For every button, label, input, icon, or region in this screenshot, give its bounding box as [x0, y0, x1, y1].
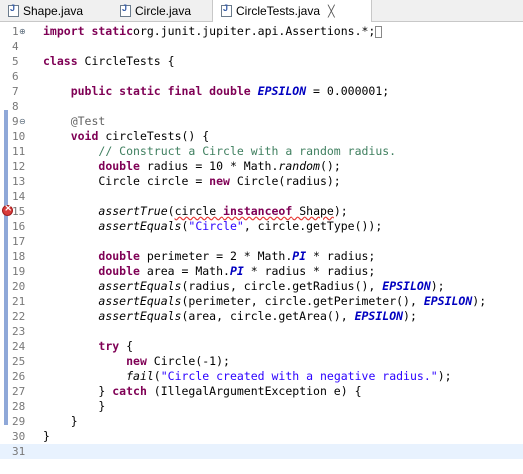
code-text: try {	[98, 339, 134, 353]
code-line[interactable]: 30}	[0, 429, 523, 444]
line-number: 6	[12, 70, 19, 83]
line-number: 12	[12, 160, 26, 173]
code-line[interactable]: 17	[0, 234, 523, 249]
line-number: 15	[12, 205, 26, 218]
code-line[interactable]: 10 void circleTests() {	[0, 129, 523, 144]
tab-circletests-java[interactable]: CircleTests.java ╳	[212, 0, 372, 22]
editor-tab-bar: Shape.java Circle.java CircleTests.java …	[0, 0, 523, 22]
code-text: double radius = 10 * Math.random();	[98, 159, 341, 173]
code-text: assertEquals(area, circle.getArea(), EPS…	[98, 309, 417, 323]
code-line[interactable]: 16 assertEquals("Circle", circle.getType…	[0, 219, 523, 234]
line-number: 7	[12, 85, 19, 98]
fold-expand-icon[interactable]: ⊕	[19, 24, 26, 39]
code-line[interactable]: 14	[0, 189, 523, 204]
code-text: @Test	[70, 114, 106, 128]
code-line[interactable]: 26 fail("Circle created with a negative …	[0, 369, 523, 384]
code-line[interactable]: 13 Circle circle = new Circle(radius);	[0, 174, 523, 189]
code-text: class CircleTests {	[43, 54, 175, 68]
line-number: 8	[12, 100, 19, 113]
line-number: 14	[12, 190, 26, 203]
fold-collapse-icon[interactable]: ⊖	[19, 114, 26, 129]
line-number: 16	[12, 220, 26, 233]
code-text: }	[43, 399, 106, 413]
line-number: 24	[12, 340, 26, 353]
code-text: }	[43, 429, 50, 443]
cursor-box	[375, 25, 383, 38]
code-line[interactable]: 19 double area = Math.PI * radius * radi…	[0, 264, 523, 279]
code-text: fail("Circle created with a negative rad…	[126, 369, 452, 383]
code-editor[interactable]: 1⊕import staticorg.junit.jupiter.api.Ass…	[0, 22, 523, 474]
tab-label: Circle.java	[135, 3, 192, 18]
code-text: Circle circle = new Circle(radius);	[43, 174, 341, 188]
code-line[interactable]: 4	[0, 39, 523, 54]
line-number: 30	[12, 430, 26, 443]
code-line[interactable]: 8	[0, 99, 523, 114]
line-number: 17	[12, 235, 26, 248]
line-number: 26	[12, 370, 26, 383]
code-text: assertEquals(perimeter, circle.getPerime…	[98, 294, 487, 308]
tab-label: CircleTests.java	[236, 4, 321, 18]
code-line[interactable]: 25 new Circle(-1);	[0, 354, 523, 369]
code-line[interactable]: 7 public static final double EPSILON = 0…	[0, 84, 523, 99]
line-number: 10	[12, 130, 26, 143]
line-number: 28	[12, 400, 26, 413]
line-number: 19	[12, 265, 26, 278]
line-number: 18	[12, 250, 26, 263]
code-text: void circleTests() {	[70, 129, 210, 143]
line-number: 25	[12, 355, 26, 368]
line-number: 23	[12, 325, 26, 338]
line-number: 4	[12, 40, 19, 53]
code-line[interactable]: 21 assertEquals(perimeter, circle.getPer…	[0, 294, 523, 309]
code-line[interactable]: 1 ⊕ import staticorg.junit.jupiter.api.Ass…	[0, 24, 523, 39]
code-line[interactable]: 18 double perimeter = 2 * Math.PI * radi…	[0, 249, 523, 264]
code-line[interactable]: 20 assertEquals(radius, circle.getRadius…	[0, 279, 523, 294]
line-number: 11	[12, 145, 26, 158]
code-text: // Construct a Circle with a random radi…	[98, 144, 397, 158]
code-line[interactable]: 22 assertEquals(area, circle.getArea(), …	[0, 309, 523, 324]
java-file-icon	[221, 3, 232, 17]
code-text: public static final double EPSILON = 0.0…	[70, 84, 390, 98]
code-text: assertEquals(radius, circle.getRadius(),…	[98, 279, 445, 293]
tab-label: Shape.java	[23, 3, 84, 18]
code-text: new Circle(-1);	[126, 354, 230, 368]
code-line[interactable]: 11 // Construct a Circle with a random r…	[0, 144, 523, 159]
line-number: 22	[12, 310, 26, 323]
line-number: 5	[12, 55, 19, 68]
code-line[interactable]: 27 } catch (IllegalArgumentException e) …	[0, 384, 523, 399]
line-number: 31	[12, 445, 26, 458]
line-number: 20	[12, 280, 26, 293]
code-text: assertEquals("Circle", circle.getType())…	[98, 219, 383, 233]
java-file-icon	[120, 3, 131, 17]
close-tab-icon[interactable]: ╳	[328, 5, 335, 18]
code-line[interactable]: 15 assertTrue(circle instanceof Shape);	[0, 204, 523, 219]
code-text: double perimeter = 2 * Math.PI * radius;	[98, 249, 376, 263]
code-text: double area = Math.PI * radius * radius;	[98, 264, 376, 278]
code-text: assertTrue(circle instanceof Shape);	[98, 204, 348, 218]
tab-shape-java[interactable]: Shape.java	[4, 0, 94, 21]
code-text: import staticorg.junit.jupiter.api.Asser…	[43, 24, 383, 39]
code-line[interactable]: 28 }	[0, 399, 523, 414]
line-number: 27	[12, 385, 26, 398]
line-number: 29	[12, 415, 26, 428]
code-text: }	[43, 414, 78, 428]
code-line[interactable]: 31	[0, 444, 523, 459]
code-line[interactable]: 6	[0, 69, 523, 84]
code-line[interactable]: 5 class CircleTests {	[0, 54, 523, 69]
java-file-icon	[8, 3, 19, 17]
line-number: 21	[12, 295, 26, 308]
code-line[interactable]: 29 }	[0, 414, 523, 429]
code-line[interactable]: 24 try {	[0, 339, 523, 354]
tab-circle-java[interactable]: Circle.java	[116, 0, 206, 21]
code-line[interactable]: 12 double radius = 10 * Math.random();	[0, 159, 523, 174]
code-line[interactable]: 23	[0, 324, 523, 339]
line-number: 13	[12, 175, 26, 188]
code-line[interactable]: 9 ⊖ @Test	[0, 114, 523, 129]
code-text: } catch (IllegalArgumentException e) {	[43, 384, 362, 398]
